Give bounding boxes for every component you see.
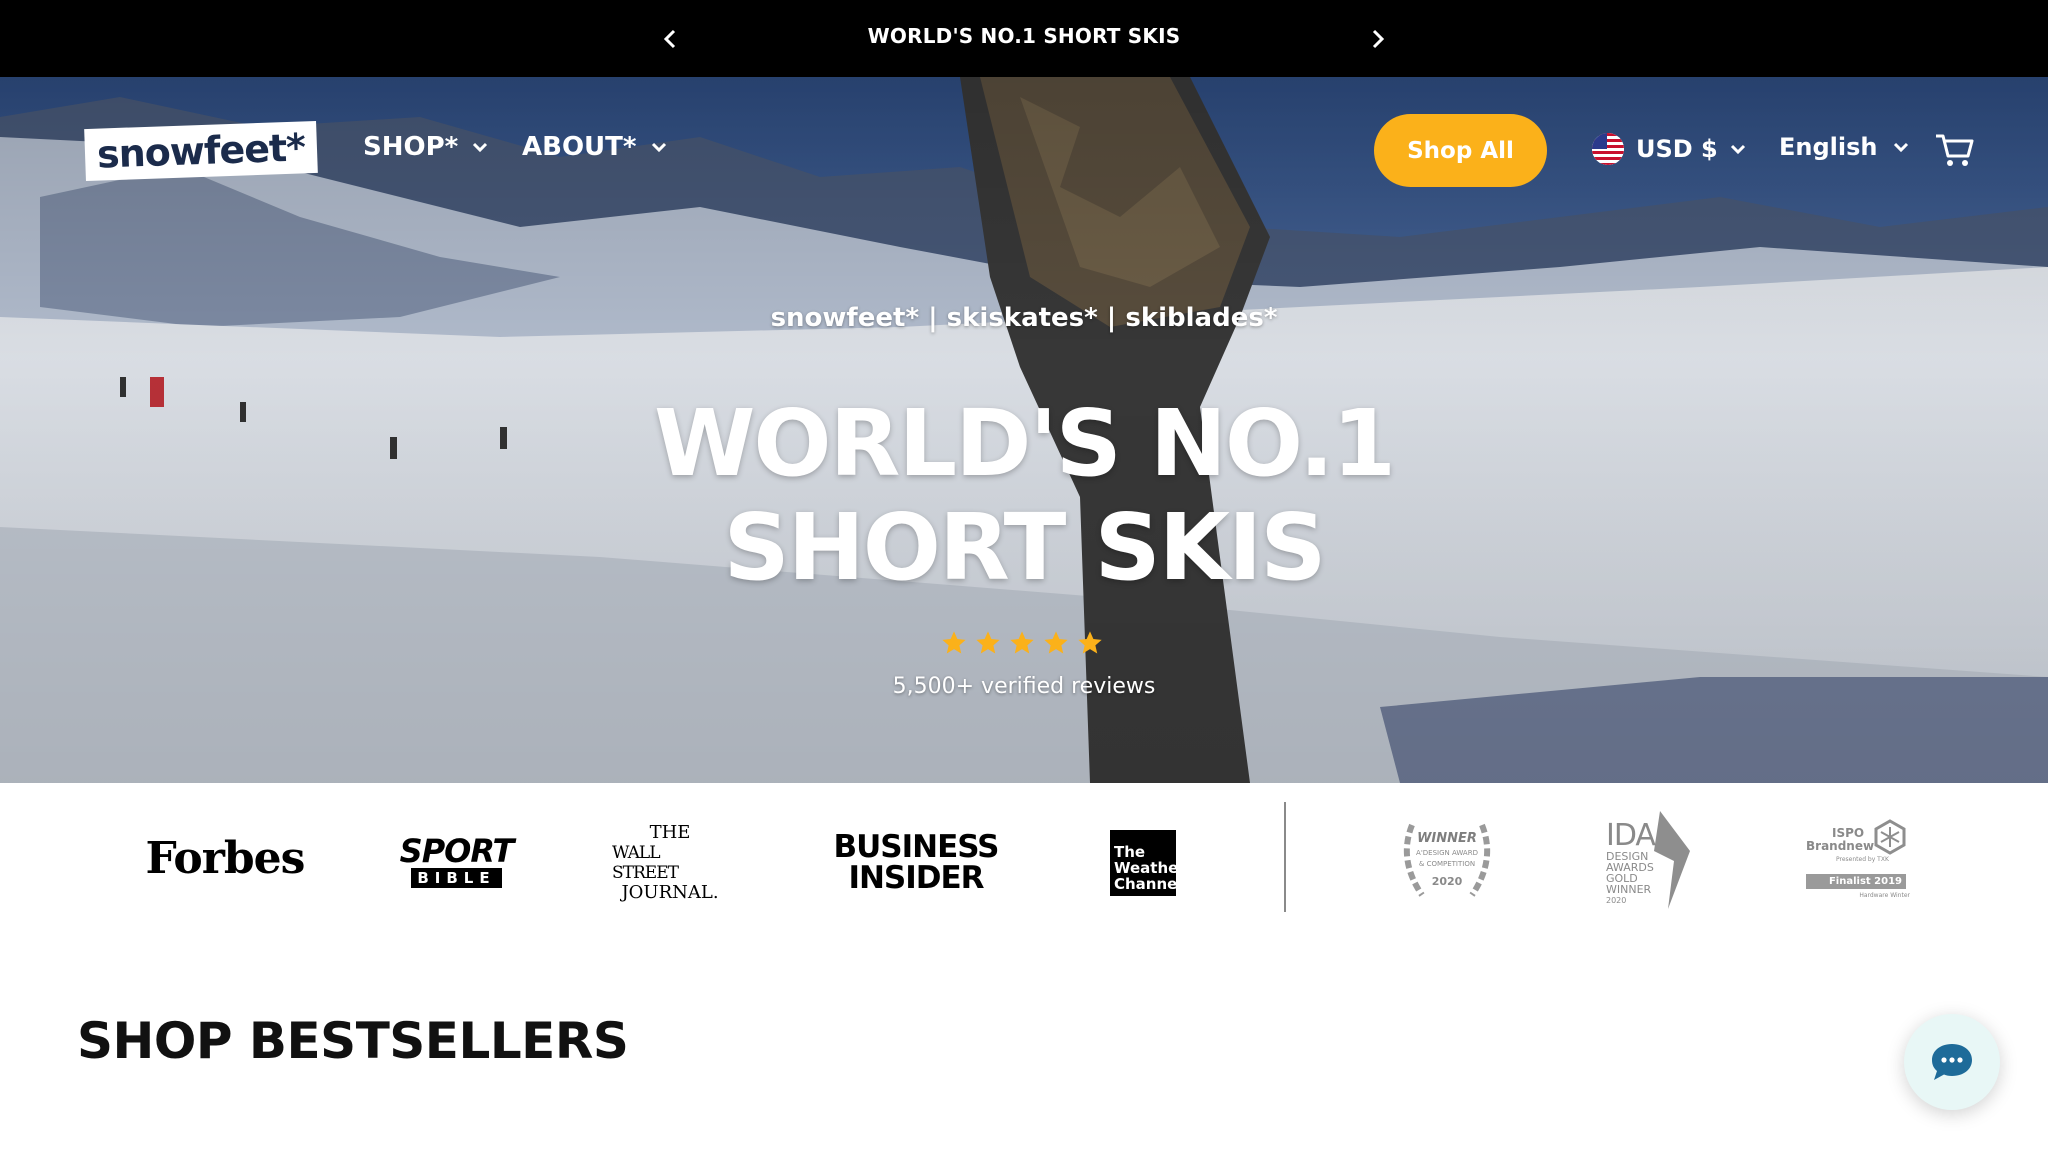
chevron-down-icon (651, 142, 666, 153)
chevron-down-icon (473, 142, 488, 153)
announcement-bar: WORLD'S NO.1 SHORT SKIS (0, 0, 2048, 77)
press-bar: Forbes SPORT BIBLE THE WALL STREET JOURN… (0, 783, 2048, 923)
section-title: SHOP BESTSELLERS (77, 1012, 629, 1070)
insider-text: INSIDER (848, 860, 984, 896)
winner-sub1: A'DESIGN AWARD (1416, 849, 1478, 857)
ida-title: IDA (1606, 818, 1656, 853)
weather-channel-logo: The Weather Channel (1110, 830, 1186, 896)
ispo-category: Hardware Winter (1859, 892, 1910, 899)
wsj-line1: THE (649, 822, 691, 843)
winner-title: WINNER (1417, 831, 1477, 846)
nav-shop[interactable]: SHOP* (363, 132, 488, 162)
weather-line3: Channel (1114, 875, 1183, 893)
ida-award-badge: IDA DESIGN AWARDS GOLD WINNER 2020 (1606, 811, 1702, 909)
currency-selector[interactable]: USD $ (1592, 133, 1746, 165)
hero-subtitle: snowfeet* | skiskates* | skiblades* (770, 303, 1278, 333)
star-icon (976, 631, 1000, 654)
wall-street-journal-logo: THE WALL STREET JOURNAL. (612, 823, 728, 903)
star-icon (1044, 631, 1068, 654)
weather-line2: Weather (1114, 859, 1186, 877)
chevron-down-icon (1730, 144, 1745, 155)
adesign-award-badge: WINNER A'DESIGN AWARD & COMPETITION 2020 (1392, 815, 1502, 905)
announcement-text: WORLD'S NO.1 SHORT SKIS (867, 24, 1181, 48)
chevron-right-icon[interactable] (1363, 24, 1393, 54)
reviews-count: 5,500+ verified reviews (892, 674, 1156, 699)
sport-bible-logo: SPORT BIBLE (400, 831, 514, 891)
snowfeet-logo[interactable]: snowfeet* (84, 120, 318, 182)
winner-year: 2020 (1431, 875, 1463, 888)
ida-year: 2020 (1606, 896, 1627, 905)
star-icon (1078, 631, 1102, 654)
ispo-line2: Brandnew (1806, 839, 1875, 853)
business-text: BUSINESS (833, 829, 999, 865)
nav-shop-label: SHOP* (363, 132, 459, 162)
cart-icon[interactable] (1934, 132, 1974, 168)
business-insider-logo: BUSINESS INSIDER (826, 831, 1006, 895)
star-icon (1010, 631, 1034, 654)
star-icon (942, 631, 966, 654)
ispo-finalist: Finalist 2019 (1806, 874, 1906, 889)
currency-label: USD $ (1636, 135, 1718, 163)
ispo-line3: Presented by TXK (1836, 856, 1889, 863)
logo-text: snowfeet* (96, 125, 306, 177)
language-selector[interactable]: English (1779, 133, 1909, 161)
chat-button[interactable] (1904, 1014, 2000, 1110)
shop-all-button[interactable]: Shop All (1374, 114, 1547, 187)
forbes-text: Forbes (145, 832, 306, 884)
ispo-brandnew-badge: ISPO Brandnew Presented by TXK Finalist … (1806, 817, 1910, 903)
hero-title-line2: SHORT SKIS (723, 494, 1327, 601)
wsj-line2: WALL STREET (612, 843, 679, 883)
hero-title: WORLD'S NO.1 SHORT SKIS (0, 392, 2048, 600)
wsj-line3: JOURNAL. (621, 882, 719, 903)
weather-line1: The (1114, 843, 1146, 861)
chevron-down-icon (1894, 142, 1909, 153)
us-flag-icon (1592, 133, 1624, 165)
language-label: English (1779, 133, 1878, 161)
nav-about[interactable]: ABOUT* (522, 132, 667, 162)
winner-sub2: & COMPETITION (1418, 860, 1476, 868)
press-divider (1284, 802, 1286, 912)
rating-stars (940, 629, 1104, 657)
chat-bubble-icon (1932, 1044, 1972, 1080)
nav-about-label: ABOUT* (522, 132, 637, 162)
ida-line4: WINNER (1606, 883, 1652, 896)
sport-text: SPORT (399, 832, 515, 870)
forbes-logo: Forbes (146, 833, 306, 884)
bible-text: BIBLE (411, 868, 502, 888)
hero-title-line1: WORLD'S NO.1 (653, 390, 1396, 497)
